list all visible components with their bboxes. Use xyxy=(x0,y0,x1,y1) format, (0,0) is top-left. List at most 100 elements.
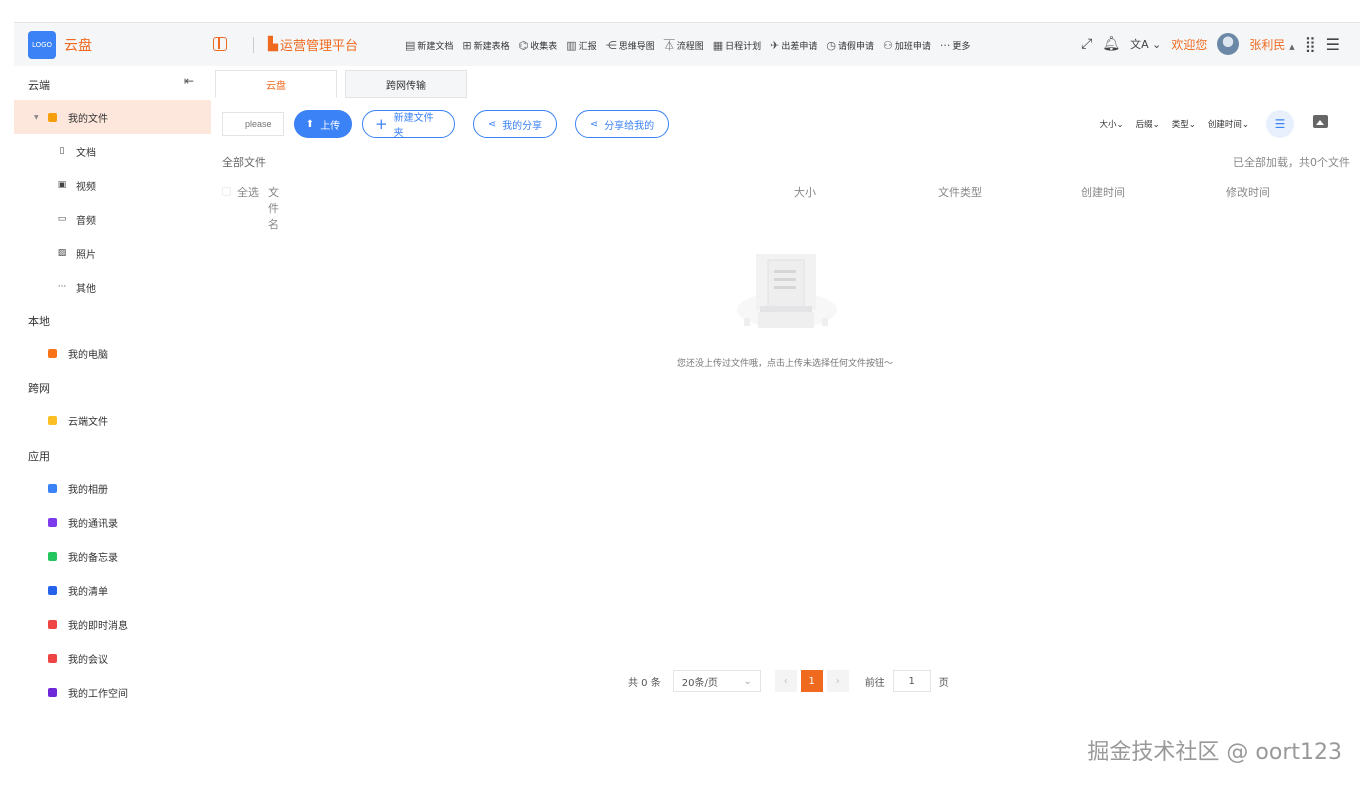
sort-option[interactable]: 大小⌄ xyxy=(1099,118,1123,130)
sidebar-item-workspace[interactable]: 我的工作空间 xyxy=(14,675,211,709)
sidebar-item-label: 云端文件 xyxy=(68,416,108,428)
chevron-down-icon: ⌄ xyxy=(743,675,752,687)
new-folder-button[interactable]: + 新建文件夹 xyxy=(362,110,455,139)
sidebar-item-label: 我的通讯录 xyxy=(68,518,118,530)
app-name[interactable]: 云盘 xyxy=(64,35,92,55)
sidebar-item-label: 照片 xyxy=(76,249,96,261)
breadcrumb[interactable]: 全部文件 xyxy=(222,154,266,170)
toolbar-item-flow[interactable]: ⏄ 流程图 xyxy=(664,37,704,53)
sidebar-item-cloud-files[interactable]: 云端文件 xyxy=(14,403,211,437)
sidebar-item-label: 我的文件 xyxy=(68,113,108,125)
list-view-icon[interactable]: ☰ xyxy=(1266,110,1294,138)
sort-option[interactable]: 后缀⌄ xyxy=(1136,118,1160,130)
sidebar-item-document[interactable]: ▯ 文档 xyxy=(14,134,211,168)
sidebar-item-label: 视频 xyxy=(76,181,96,193)
search-input[interactable] xyxy=(222,112,284,136)
sort-option-label: 创建时间 xyxy=(1207,120,1242,130)
page-size-value: 20条/页 xyxy=(681,677,718,689)
toolbar-item-report[interactable]: ▥ 汇报 xyxy=(566,39,596,52)
chevron-down-icon: ⌄ xyxy=(1152,120,1160,130)
sidebar-item-video[interactable]: ▣ 视频 xyxy=(14,168,211,202)
sort-option[interactable]: 类型⌄ xyxy=(1172,118,1196,130)
toolbar-item-table[interactable]: ⊞ 新建表格 xyxy=(462,39,509,52)
toolbar-item-label: 新建文档 xyxy=(417,41,454,52)
mindmap-icon: ⋲ xyxy=(605,38,617,52)
sidebar-item-message[interactable]: 我的即时消息 xyxy=(14,607,211,641)
sidebar-item-label: 音频 xyxy=(76,215,96,227)
image-view-icon[interactable] xyxy=(1313,115,1328,128)
tab-cloud-disk[interactable]: 云盘 xyxy=(215,70,337,98)
bell-icon[interactable]: 🔔︎ xyxy=(1102,36,1120,52)
sort-option[interactable]: 创建时间⌄ xyxy=(1208,118,1249,130)
toolbar-item-trip[interactable]: ✈ 出差申请 xyxy=(770,39,817,52)
sidebar-item-meeting[interactable]: 我的会议 xyxy=(14,641,211,675)
sidebar-item-my-computer[interactable]: 我的电脑 xyxy=(14,336,211,370)
sidebar-item-contacts[interactable]: 我的通讯录 xyxy=(14,505,211,539)
avatar[interactable] xyxy=(1217,33,1240,55)
next-page-button[interactable]: › xyxy=(826,670,849,692)
chevron-down-icon: ⌄ xyxy=(1116,120,1124,130)
meeting-icon xyxy=(48,653,57,663)
toolbar-item-label: 收集表 xyxy=(530,41,558,52)
sidebar-item-album[interactable]: 我的相册 xyxy=(14,471,211,505)
column-created[interactable]: 创建时间 xyxy=(1081,184,1125,200)
sidebar-item-memo[interactable]: 我的备忘录 xyxy=(14,539,211,573)
audio-icon: ▭ xyxy=(57,214,67,224)
prev-page-button[interactable]: ‹ xyxy=(774,670,797,692)
goto-page-input[interactable]: 1 xyxy=(892,670,931,692)
total-count: 共 0 条 xyxy=(628,677,661,689)
other-icon: ··· xyxy=(57,282,67,292)
my-share-button[interactable]: ⋖ 我的分享 xyxy=(473,110,557,138)
share-icon: ⋖ xyxy=(487,118,497,130)
document-icon: ▯ xyxy=(59,146,65,156)
logo[interactable]: LOGO xyxy=(28,31,56,59)
flow-icon: ⏄ xyxy=(663,39,675,52)
section-cloud: 云端 xyxy=(28,79,50,92)
apps-grid-icon[interactable]: ⣿ xyxy=(1305,35,1316,53)
sidebar-item-photo[interactable]: ▨ 照片 xyxy=(14,236,211,270)
upload-button[interactable]: ⬆︎ 上传 xyxy=(294,110,352,138)
memo-icon xyxy=(48,551,57,561)
folder-icon xyxy=(48,415,57,425)
sort-option-label: 后缀 xyxy=(1135,120,1153,130)
sidebar-item-checklist[interactable]: 我的清单 xyxy=(14,573,211,607)
plus-icon: + xyxy=(375,114,388,133)
toolbar-item-label: 请假申请 xyxy=(838,41,875,52)
select-all-label[interactable]: 全选 xyxy=(237,184,259,200)
toolbar-item-label: 日程计划 xyxy=(725,41,762,52)
platform-title-text: 运营管理平台 xyxy=(280,39,359,54)
trip-icon: ✈ xyxy=(770,38,780,52)
toolbar-item-collect[interactable]: ⌬ 收集表 xyxy=(519,39,558,52)
select-all-checkbox[interactable] xyxy=(222,187,231,196)
sidebar-item-label: 我的相册 xyxy=(68,484,108,496)
toolbar-item-mindmap[interactable]: ⋲ 思维导图 xyxy=(606,39,655,52)
toolbar-item-label: 流程图 xyxy=(676,41,704,52)
toolbar-item-more[interactable]: ··· 更多 xyxy=(940,39,971,52)
sidebar-item-my-files[interactable]: ▼ 我的文件 xyxy=(14,100,211,134)
page-size-select[interactable]: 20条/页 ⌄ xyxy=(672,670,761,692)
toolbar-item-overtime[interactable]: ⚇ 加班申请 xyxy=(883,39,931,52)
platform-title[interactable]: ▙ 运营管理平台 xyxy=(268,35,358,54)
toolbar-item-clock[interactable]: ◷ 请假申请 xyxy=(826,39,874,52)
toolbar-item-doc[interactable]: ▤ 新建文档 xyxy=(405,39,453,52)
my-share-label: 我的分享 xyxy=(502,120,543,132)
menu-icon[interactable]: ☰ xyxy=(1326,35,1340,54)
my-files-icon xyxy=(48,112,57,122)
sidebar-toggle-icon[interactable] xyxy=(213,37,227,51)
column-size[interactable]: 大小 xyxy=(794,184,816,200)
load-status: 已全部加载，共0个文件 xyxy=(1233,156,1350,169)
fullscreen-icon[interactable]: ⤢ xyxy=(1081,36,1092,52)
toolbar-item-label: 加班申请 xyxy=(894,41,931,52)
tab-cross-transfer[interactable]: 跨网传输 xyxy=(345,70,467,98)
page-1-button[interactable]: 1 xyxy=(800,670,823,692)
toolbar-item-calendar[interactable]: ▦ 日程计划 xyxy=(713,39,761,52)
column-type[interactable]: 文件类型 xyxy=(938,184,982,200)
sidebar-item-other[interactable]: ··· 其他 xyxy=(14,270,211,304)
username[interactable]: 张利民 ▲ xyxy=(1249,36,1294,53)
column-modified[interactable]: 修改时间 xyxy=(1226,184,1270,200)
translate-icon[interactable]: 文A ⌄ xyxy=(1130,36,1161,52)
shared-to-me-button[interactable]: ⋖ 分享给我的 xyxy=(575,110,669,138)
collapse-sidebar-icon[interactable]: ⇤ xyxy=(184,74,194,88)
sort-options: 大小⌄ 后缀⌄ 类型⌄ 创建时间⌄ xyxy=(1099,118,1249,130)
sidebar-item-audio[interactable]: ▭ 音频 xyxy=(14,202,211,236)
